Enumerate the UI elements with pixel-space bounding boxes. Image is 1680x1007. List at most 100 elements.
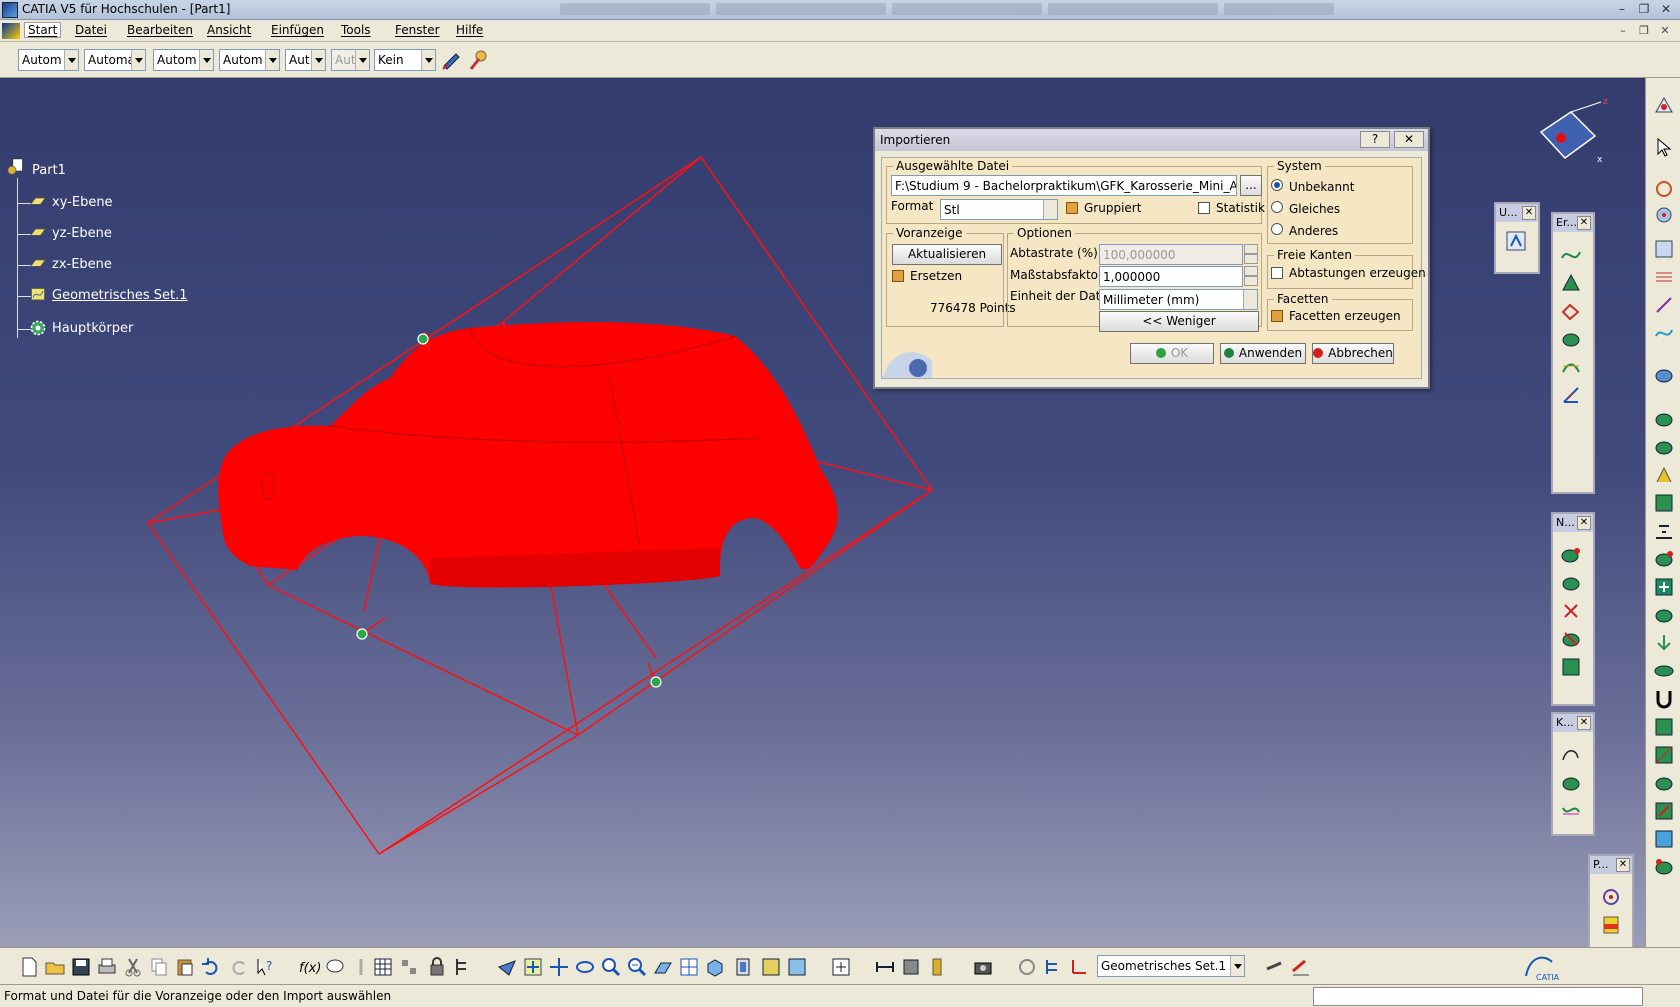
redo-icon[interactable] xyxy=(228,956,250,978)
blend-tool-icon[interactable] xyxy=(1653,604,1675,626)
menu-start[interactable]: Start xyxy=(23,22,62,38)
axis-system-tool-icon[interactable] xyxy=(1068,956,1090,978)
cancel-button[interactable]: Abbrechen xyxy=(1312,343,1394,364)
painter-icon[interactable] xyxy=(441,49,463,71)
close-icon[interactable]: ✕ xyxy=(1577,216,1591,230)
fly-mode-icon[interactable] xyxy=(496,956,518,978)
toolbar-title-bar[interactable]: U... ✕ xyxy=(1496,204,1538,222)
dress-up-tool-icon[interactable] xyxy=(1653,828,1675,850)
menu-tools[interactable]: Tools xyxy=(341,23,371,37)
multi-view-icon[interactable] xyxy=(678,956,700,978)
floating-toolbar-u[interactable]: U... ✕ xyxy=(1494,202,1540,274)
mesh-smooth-icon[interactable] xyxy=(1560,572,1582,594)
update-button[interactable]: Aktualisieren xyxy=(892,244,1002,265)
axis-icon[interactable] xyxy=(1560,384,1582,406)
doc-restore-button[interactable]: ❐ xyxy=(1635,24,1653,38)
floating-toolbar-k[interactable]: K... ✕ xyxy=(1551,712,1595,836)
3d-viewport[interactable]: z x Part1 xy-Ebene yz-Ebene zx-Ebene Geo… xyxy=(0,78,1645,947)
chevron-down-icon[interactable] xyxy=(131,50,145,70)
iso-view-icon[interactable] xyxy=(704,956,726,978)
refresh-icon[interactable] xyxy=(1016,956,1038,978)
menu-datei[interactable]: Datei xyxy=(75,23,107,37)
measure-between-icon[interactable] xyxy=(874,956,896,978)
analysis-icon[interactable] xyxy=(1600,886,1622,908)
zoom-in-icon[interactable] xyxy=(600,956,622,978)
less-button[interactable]: << Weniger xyxy=(1099,311,1259,332)
swap-visible-icon[interactable] xyxy=(786,956,808,978)
extract-tool-icon[interactable] xyxy=(1653,800,1675,822)
join-tool-icon[interactable] xyxy=(1653,716,1675,738)
delete-icon[interactable] xyxy=(1560,600,1582,622)
file-path-field[interactable]: F:\Studium 9 - Bachelorpraktikum\GFK_Kar… xyxy=(891,175,1237,196)
measure-tool-icon[interactable] xyxy=(1653,856,1675,878)
scan-icon[interactable] xyxy=(1560,300,1582,322)
hand-tool-icon[interactable] xyxy=(1264,956,1286,978)
print-icon[interactable] xyxy=(96,956,118,978)
line-thickness-combo[interactable]: Autom xyxy=(153,49,214,71)
patch-tool-icon[interactable] xyxy=(1653,492,1675,514)
catia-menu-icon[interactable] xyxy=(2,23,20,39)
toolbar-title-bar[interactable]: Er... ✕ xyxy=(1553,214,1593,232)
close-icon[interactable]: ✕ xyxy=(1577,716,1591,730)
color-map-icon[interactable] xyxy=(1600,914,1622,936)
save-icon[interactable] xyxy=(70,956,92,978)
zoom-out-icon[interactable] xyxy=(626,956,648,978)
chevron-down-icon[interactable] xyxy=(199,50,213,70)
mesh-offset-icon[interactable] xyxy=(1560,656,1582,678)
statistics-checkbox[interactable] xyxy=(1198,202,1210,214)
facets-checkbox[interactable] xyxy=(1271,310,1283,322)
boundary-tool-icon[interactable] xyxy=(1653,772,1675,794)
undo-icon[interactable] xyxy=(200,956,222,978)
mesh-icon[interactable] xyxy=(1560,272,1582,294)
capture-camera-icon[interactable] xyxy=(972,956,994,978)
point-symbol-combo[interactable]: Aut xyxy=(285,49,326,71)
doc-close-button[interactable]: ✕ xyxy=(1656,24,1674,38)
chevron-down-icon[interactable] xyxy=(311,50,325,70)
menu-hilfe[interactable]: Hilfe xyxy=(456,23,483,37)
floating-toolbar-er[interactable]: Er... ✕ xyxy=(1551,212,1595,494)
format-select[interactable]: Stl xyxy=(940,199,1058,220)
compass-icon[interactable]: z x xyxy=(1539,97,1608,165)
sketch-icon[interactable] xyxy=(1653,178,1675,200)
magnet-tool-icon[interactable] xyxy=(1653,688,1675,710)
doc-minimize-button[interactable]: – xyxy=(1614,24,1632,38)
dialog-title-bar[interactable]: Importieren ? ✕ xyxy=(875,129,1428,151)
mesh-edit-icon[interactable] xyxy=(1560,544,1582,566)
extrude-tool-icon[interactable] xyxy=(1653,464,1675,486)
whats-this-help-icon[interactable]: ? xyxy=(254,956,276,978)
floating-toolbar-p[interactable]: P... ✕ xyxy=(1588,854,1634,947)
scale-spinner[interactable] xyxy=(1244,266,1258,287)
menu-bearbeiten[interactable]: Bearbeiten xyxy=(127,23,193,37)
section-icon[interactable] xyxy=(1560,356,1582,378)
add-tool-icon[interactable] xyxy=(1653,576,1675,598)
rotate-icon[interactable] xyxy=(574,956,596,978)
open-folder-icon[interactable] xyxy=(44,956,66,978)
minimize-button[interactable]: – xyxy=(1612,2,1632,18)
fit-all-icon[interactable] xyxy=(522,956,544,978)
menu-fenster[interactable]: Fenster xyxy=(395,23,440,37)
unit-select[interactable]: Millimeter (mm) xyxy=(1099,289,1258,310)
restore-button[interactable]: ❐ xyxy=(1634,2,1654,18)
menu-einfuegen[interactable]: Einfügen xyxy=(271,23,324,37)
new-document-icon[interactable] xyxy=(18,956,40,978)
shading-icon[interactable] xyxy=(732,956,754,978)
cut-tool-icon[interactable] xyxy=(1653,294,1675,316)
curve-on-mesh-icon[interactable] xyxy=(1560,744,1582,766)
browse-button[interactable]: ... xyxy=(1240,175,1262,196)
system-same-radio[interactable] xyxy=(1271,201,1283,213)
free-edges-checkbox[interactable] xyxy=(1271,267,1283,279)
pan-icon[interactable] xyxy=(548,956,570,978)
workbench-icon[interactable] xyxy=(1653,94,1675,116)
paint-tool-icon[interactable] xyxy=(1290,956,1312,978)
analysis-tool-icon[interactable] xyxy=(1653,204,1675,226)
grouped-checkbox[interactable] xyxy=(1066,202,1078,214)
layer-combo[interactable]: Kein xyxy=(374,49,436,71)
disk-tool-icon[interactable] xyxy=(1653,660,1675,682)
select-arrow-icon[interactable] xyxy=(1653,136,1675,158)
split-tool-icon[interactable] xyxy=(1653,520,1675,542)
curve-tool-icon[interactable] xyxy=(1653,322,1675,344)
surface-tool-icon[interactable] xyxy=(1653,364,1675,386)
curve-creation-icon[interactable] xyxy=(1560,244,1582,266)
knowledge-icon[interactable] xyxy=(324,956,346,978)
grid-tool-icon[interactable] xyxy=(1653,266,1675,288)
